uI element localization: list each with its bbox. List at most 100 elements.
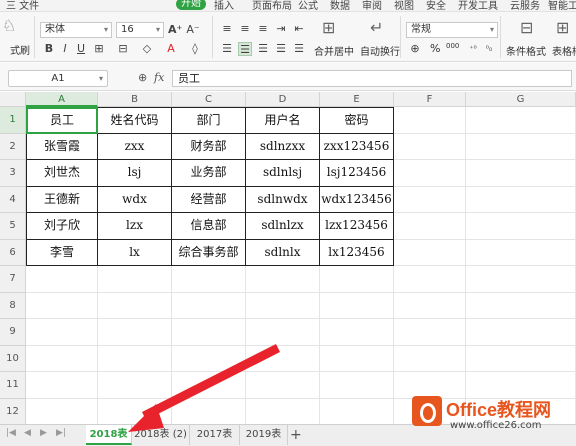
bold-button[interactable]: B bbox=[42, 42, 56, 56]
row-header-9[interactable]: 9 bbox=[0, 319, 26, 346]
sheet-tab-2019[interactable]: 2019表 bbox=[240, 425, 288, 445]
table-cell[interactable]: lzx bbox=[98, 213, 172, 240]
menu-file[interactable]: 三 文件 bbox=[6, 0, 39, 11]
table-cell[interactable]: sdlnzxx bbox=[246, 133, 320, 160]
select-all-corner[interactable] bbox=[0, 92, 26, 107]
table-cell[interactable]: lx bbox=[98, 239, 172, 266]
align-left-icon[interactable]: ☰ bbox=[220, 42, 234, 56]
font-name-select[interactable]: 宋体 ▾ bbox=[40, 22, 112, 38]
menu-page-layout[interactable]: 页面布局 bbox=[252, 0, 292, 11]
italic-button[interactable]: I bbox=[58, 42, 72, 56]
add-sheet-button[interactable]: + bbox=[290, 425, 302, 445]
row-header-8[interactable]: 8 bbox=[0, 292, 26, 319]
table-cell[interactable]: 经营部 bbox=[172, 186, 246, 213]
shrink-font-button[interactable]: A⁻ bbox=[186, 23, 200, 37]
row-header-2[interactable]: 2 bbox=[0, 133, 26, 160]
table-cell[interactable]: sdlnlsj bbox=[246, 160, 320, 187]
menu-formula[interactable]: 公式 bbox=[298, 0, 318, 11]
sheet-tab-2018-copy[interactable]: 2018表 (2) bbox=[132, 425, 190, 445]
menu-security[interactable]: 安全 bbox=[426, 0, 446, 11]
format-painter-label[interactable]: 式刷 bbox=[10, 42, 30, 57]
percent-button[interactable]: % bbox=[430, 42, 440, 55]
menu-review[interactable]: 审阅 bbox=[362, 0, 382, 11]
table-cell[interactable]: lsj bbox=[98, 160, 172, 187]
merge-icon[interactable]: ⊟ bbox=[116, 42, 130, 56]
column-header-f[interactable]: F bbox=[394, 92, 466, 107]
row-header-10[interactable]: 10 bbox=[0, 345, 26, 372]
menu-developer[interactable]: 开发工具 bbox=[458, 0, 498, 11]
last-sheet-icon[interactable]: ▶| bbox=[56, 428, 66, 438]
table-cell[interactable]: 信息部 bbox=[172, 213, 246, 240]
sheet-tab-2017[interactable]: 2017表 bbox=[190, 425, 240, 445]
conditional-format-icon[interactable]: ⊟ bbox=[520, 18, 533, 37]
underline-button[interactable]: U bbox=[74, 42, 88, 56]
table-cell[interactable]: 李雪 bbox=[26, 239, 98, 266]
next-sheet-icon[interactable]: ▶ bbox=[40, 428, 47, 438]
table-cell[interactable]: 业务部 bbox=[172, 160, 246, 187]
table-header-cell[interactable]: 密码 bbox=[320, 107, 394, 134]
brush-icon[interactable]: ♘ bbox=[2, 16, 16, 35]
row-header-4[interactable]: 4 bbox=[0, 186, 26, 213]
table-cell[interactable]: sdlnlzx bbox=[246, 213, 320, 240]
align-middle-icon[interactable]: ≡ bbox=[238, 22, 252, 36]
table-cell[interactable]: lzx123456 bbox=[320, 213, 394, 240]
font-color-button[interactable]: A bbox=[164, 42, 178, 56]
thousands-button[interactable]: 000 bbox=[446, 42, 459, 50]
justify-icon[interactable]: ☰ bbox=[274, 42, 288, 56]
table-cell[interactable]: 综合事务部 bbox=[172, 239, 246, 266]
wrap-text-icon[interactable]: ↵ bbox=[370, 18, 383, 37]
prev-sheet-icon[interactable]: ◀ bbox=[24, 428, 31, 438]
row-header-1[interactable]: 1 bbox=[0, 107, 26, 134]
zoom-icon[interactable]: ⊕ bbox=[138, 71, 147, 84]
column-header-g[interactable]: G bbox=[466, 92, 576, 107]
table-header-cell[interactable]: 部门 bbox=[172, 107, 246, 134]
menu-cloud[interactable]: 云服务 bbox=[510, 0, 540, 11]
number-format-select[interactable]: 常规 ▾ bbox=[406, 22, 498, 38]
align-right-icon[interactable]: ☰ bbox=[256, 42, 270, 56]
decrease-decimal-icon[interactable]: ⁰₀ bbox=[482, 42, 496, 56]
row-header-6[interactable]: 6 bbox=[0, 239, 26, 266]
column-header-d[interactable]: D bbox=[246, 92, 320, 107]
column-header-e[interactable]: E bbox=[320, 92, 394, 107]
merge-center-icon[interactable]: ⊞ bbox=[322, 18, 335, 37]
table-cell[interactable]: lx123456 bbox=[320, 239, 394, 266]
spreadsheet-grid[interactable]: ABCDEFG 1 2 3 4 5 6 7 8 9 10 11 12 员工 姓名代码 部门 用户名 密码 张雪霞… bbox=[0, 92, 576, 425]
clear-button[interactable]: ◊ bbox=[188, 42, 202, 56]
conditional-format-label[interactable]: 条件格式 bbox=[506, 43, 546, 58]
row-header-12[interactable]: 12 bbox=[0, 398, 26, 425]
table-cell[interactable]: 刘世杰 bbox=[26, 160, 98, 187]
column-header-a[interactable]: A bbox=[26, 92, 98, 107]
font-size-select[interactable]: 16 ▾ bbox=[116, 22, 164, 38]
fx-icon[interactable]: fx bbox=[154, 71, 164, 84]
menu-view[interactable]: 视图 bbox=[394, 0, 414, 11]
row-header-5[interactable]: 5 bbox=[0, 213, 26, 240]
table-cell[interactable]: wdx bbox=[98, 186, 172, 213]
formula-input[interactable]: 员工 bbox=[172, 70, 572, 87]
row-header-3[interactable]: 3 bbox=[0, 160, 26, 187]
merge-center-label[interactable]: 合并居中 bbox=[314, 43, 354, 58]
increase-decimal-icon[interactable]: ⁺⁰ bbox=[466, 42, 480, 56]
table-cell[interactable]: 财务部 bbox=[172, 133, 246, 160]
table-cell[interactable]: 张雪霞 bbox=[26, 133, 98, 160]
table-cell[interactable]: wdx123456 bbox=[320, 186, 394, 213]
table-cell[interactable]: lsj123456 bbox=[320, 160, 394, 187]
fill-color-button[interactable]: ◇ bbox=[140, 42, 154, 56]
align-top-icon[interactable]: ≡ bbox=[220, 22, 234, 36]
outdent-icon[interactable]: ⇤ bbox=[292, 22, 306, 36]
sheet-tab-2018[interactable]: 2018表 bbox=[86, 425, 132, 445]
first-sheet-icon[interactable]: |◀ bbox=[6, 428, 16, 438]
currency-icon[interactable]: ⊕ bbox=[408, 42, 422, 56]
distribute-icon[interactable]: ☰ bbox=[292, 42, 306, 56]
align-bottom-icon[interactable]: ≡ bbox=[256, 22, 270, 36]
menu-data[interactable]: 数据 bbox=[330, 0, 350, 11]
table-style-icon[interactable]: ⊞ bbox=[556, 18, 569, 37]
column-header-c[interactable]: C bbox=[172, 92, 246, 107]
table-style-label[interactable]: 表格样 bbox=[552, 43, 576, 58]
grow-font-button[interactable]: A⁺ bbox=[168, 23, 182, 37]
table-cell[interactable]: 刘子欣 bbox=[26, 213, 98, 240]
row-header-11[interactable]: 11 bbox=[0, 372, 26, 399]
menu-smart[interactable]: 智能工 bbox=[548, 0, 576, 11]
table-cell[interactable]: 王德新 bbox=[26, 186, 98, 213]
align-center-icon[interactable]: ☰ bbox=[238, 42, 252, 56]
menu-insert[interactable]: 插入 bbox=[214, 0, 234, 11]
